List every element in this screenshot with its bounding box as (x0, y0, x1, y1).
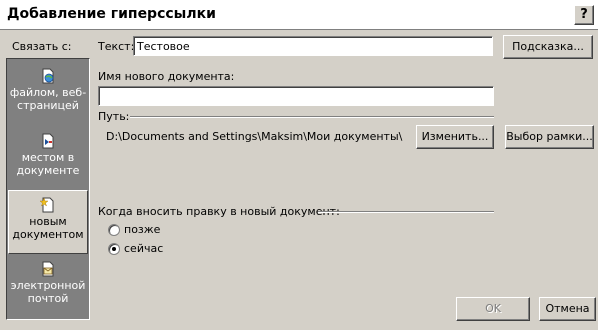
place-file-web-label-1: файлом, веб- (9, 86, 87, 99)
place-email-label-1: электронной (10, 279, 86, 292)
place-email[interactable]: электронной почтой (8, 255, 88, 319)
text-label: Текст: (98, 40, 135, 53)
ok-button[interactable]: OK (456, 297, 530, 321)
radio-selected-dot (112, 247, 116, 251)
frame-select-button[interactable]: Выбор рамки... (505, 125, 594, 149)
place-email-label-2: почтой (27, 292, 69, 305)
dialog-title: Добавление гиперссылки (7, 6, 216, 22)
place-in-document-label-1: местом в (21, 151, 75, 164)
now-radio[interactable] (108, 243, 120, 255)
new-document-name-label: Имя нового документа: (98, 70, 235, 83)
place-in-document-label-2: документе (16, 164, 80, 177)
hint-button[interactable]: Подсказка... (503, 35, 593, 59)
link-with-bar: файлом, веб- страницей местом в документ… (6, 58, 90, 320)
cancel-button[interactable]: Отмена (539, 297, 596, 321)
edit-when-separator (318, 211, 494, 213)
place-in-document[interactable]: местом в документе (8, 127, 88, 191)
email-icon (42, 261, 54, 277)
path-label: Путь: (98, 110, 130, 123)
later-label: позже (124, 223, 161, 236)
path-value: D:\Documents and Settings\Maksim\Мои док… (106, 130, 403, 143)
place-new-document-label-1: новым (29, 215, 67, 228)
dialog-titlebar: Добавление гиперссылки ? (0, 0, 598, 30)
place-in-document-icon (42, 133, 54, 149)
place-new-document[interactable]: новым документом (8, 190, 88, 254)
later-radio[interactable] (108, 224, 120, 236)
text-input[interactable]: Тестовое (133, 36, 493, 56)
link-with-label: Связать с: (12, 40, 72, 53)
place-file-web[interactable]: файлом, веб- страницей (8, 62, 88, 126)
now-label: сейчас (124, 242, 164, 255)
change-button[interactable]: Изменить... (416, 125, 494, 149)
new-document-icon (40, 197, 54, 213)
place-file-web-label-2: страницей (17, 99, 79, 112)
help-button[interactable]: ? (574, 5, 594, 25)
path-separator (130, 116, 494, 118)
edit-when-label: Когда вносить правку в новый документ: (98, 205, 340, 218)
place-new-document-label-2: документом (12, 228, 84, 241)
new-document-name-input[interactable] (98, 86, 494, 106)
file-web-icon (42, 68, 54, 84)
